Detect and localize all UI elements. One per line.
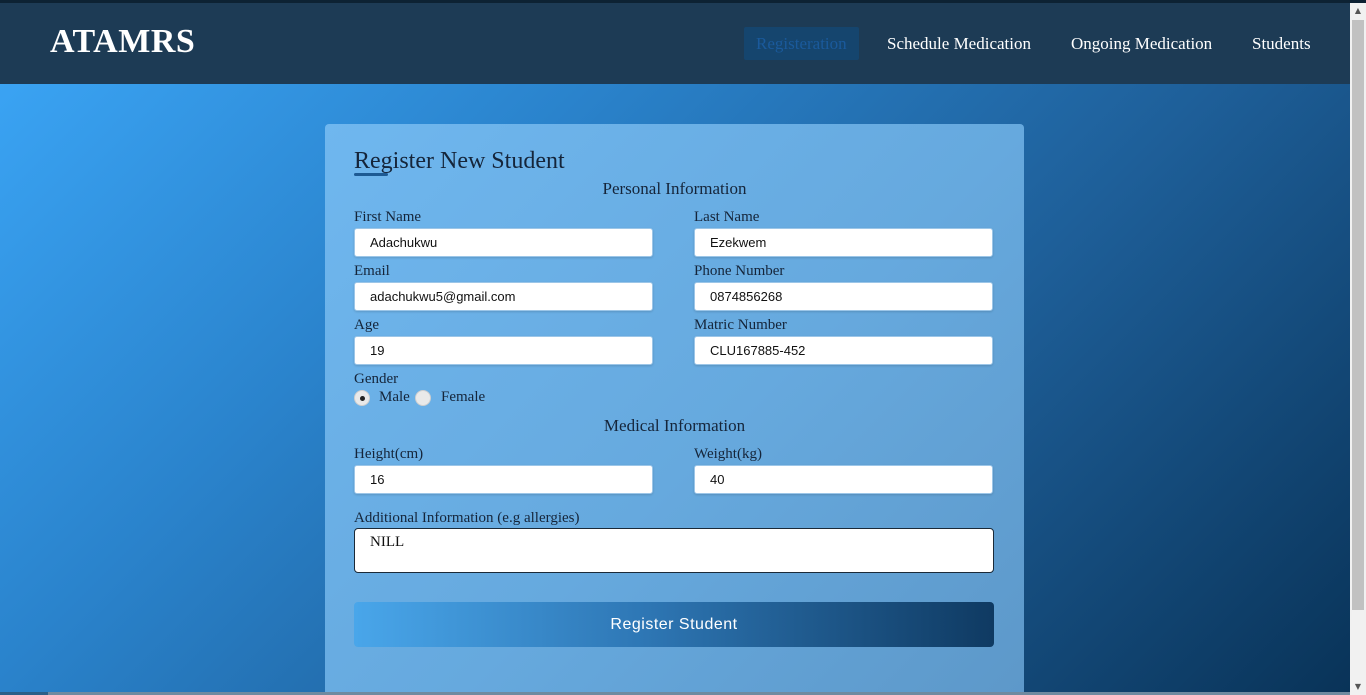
- last-name-input[interactable]: Ezekwem: [694, 228, 993, 257]
- navbar: ATAMRS Registeration Schedule Medication…: [0, 3, 1350, 84]
- gender-female-radio[interactable]: [415, 390, 431, 406]
- nav-ongoing-medication[interactable]: Ongoing Medication: [1071, 27, 1212, 60]
- scroll-up-arrow-icon[interactable]: ▲: [1350, 3, 1366, 19]
- gender-label: Gender: [354, 371, 399, 387]
- form-title: Register New Student: [354, 148, 565, 174]
- brand-logo[interactable]: ATAMRS: [50, 23, 195, 61]
- gender-female-label[interactable]: Female: [441, 389, 485, 406]
- nav-schedule-medication[interactable]: Schedule Medication: [887, 27, 1031, 60]
- height-label: Height(cm): [354, 446, 424, 462]
- age-label: Age: [354, 317, 379, 333]
- height-input[interactable]: 16: [354, 465, 653, 494]
- registration-form-card: Register New Student Personal Informatio…: [325, 124, 1024, 695]
- register-student-button[interactable]: Register Student: [354, 602, 994, 647]
- scrollbar-thumb[interactable]: [1352, 20, 1364, 610]
- title-underline: [354, 173, 388, 176]
- nav-registration[interactable]: Registeration: [744, 27, 859, 60]
- last-name-label: Last Name: [694, 209, 760, 225]
- weight-label: Weight(kg): [694, 446, 762, 462]
- matric-input[interactable]: CLU167885-452: [694, 336, 993, 365]
- weight-input[interactable]: 40: [694, 465, 993, 494]
- first-name-label: First Name: [354, 209, 422, 225]
- age-input[interactable]: 19: [354, 336, 653, 365]
- additional-info-label: Additional Information (e.g allergies): [354, 510, 580, 526]
- nav-students[interactable]: Students: [1252, 27, 1311, 60]
- gender-male-radio[interactable]: [354, 390, 370, 406]
- vertical-scrollbar[interactable]: ▲ ▼: [1350, 3, 1366, 695]
- medical-info-heading: Medical Information: [603, 416, 746, 435]
- first-name-input[interactable]: Adachukwu: [354, 228, 653, 257]
- gender-male-label[interactable]: Male: [379, 389, 410, 406]
- email-label: Email: [354, 263, 390, 279]
- scroll-down-arrow-icon[interactable]: ▼: [1350, 679, 1366, 695]
- additional-info-textarea[interactable]: NILL: [354, 528, 994, 573]
- email-input[interactable]: adachukwu5@gmail.com: [354, 282, 653, 311]
- phone-label: Phone Number: [694, 263, 785, 279]
- matric-label: Matric Number: [694, 317, 787, 333]
- personal-info-heading: Personal Information: [602, 179, 747, 198]
- phone-input[interactable]: 0874856268: [694, 282, 993, 311]
